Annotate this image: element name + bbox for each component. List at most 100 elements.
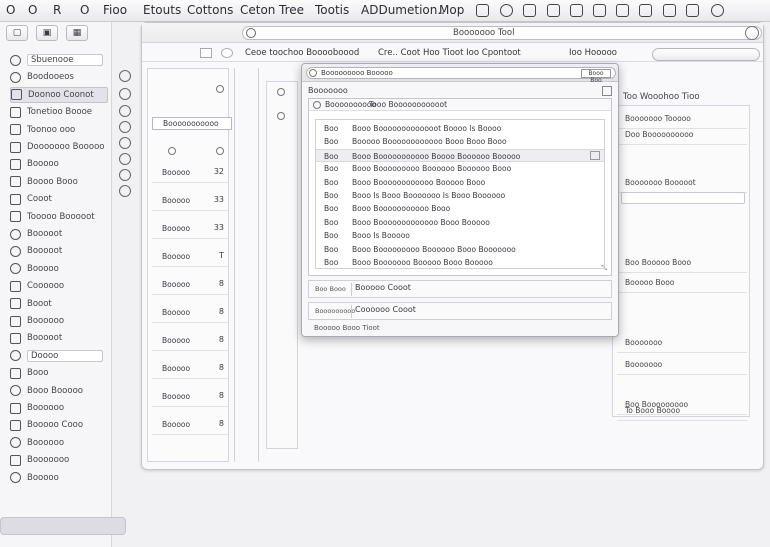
dialog-title-field[interactable]: Booooooooo Booooo Booo Boo [306,67,616,84]
list-item[interactable]: Boo Booo Booooooooo Boooooo Boooooo Booo [316,162,604,175]
circle-icon[interactable] [119,88,131,100]
camera-icon[interactable] [593,4,606,17]
dialog-title-button[interactable]: Booo Boo [581,69,611,84]
menu-item[interactable]: Cottons [187,3,233,17]
left-panel-row[interactable]: Booooo 8 [152,273,228,295]
menu-item[interactable]: O [28,3,37,17]
sidebar-item[interactable]: Doooo [10,348,108,364]
tab-mid-label[interactable]: Cre.. Coot Hoo Tioot Ioo Cpontoot [378,48,521,58]
dialog-field-value[interactable]: Coooooo Cooot [355,305,416,314]
disc-icon[interactable] [500,4,513,17]
left-panel-row[interactable]: Booooo 8 [152,329,228,351]
menu-item[interactable]: Ceton [240,3,275,17]
sidebar-item[interactable]: Booooot [10,243,108,259]
circle-icon[interactable] [119,121,131,133]
grid-icon[interactable] [547,4,560,17]
circle-icon[interactable] [119,169,131,181]
menu-item[interactable]: Fioo [103,3,127,17]
sidebar-item[interactable]: Tooooo Booooot [10,209,108,225]
menu-item[interactable]: ADDumetion.. [361,3,445,17]
sidebar-item[interactable]: Booooot [10,226,108,242]
sidebar-toolbar-button[interactable]: ▢ [6,25,28,41]
left-panel-row[interactable]: Booooo T [152,245,228,267]
list-item[interactable]: Boo Booo Is Booooo [316,229,604,242]
list-item[interactable]: Boo Booooo Boooooooooooo Booo Booo Booo [316,135,604,148]
sidebar-item[interactable]: Tonetioo Boooe [10,104,108,120]
sidebar-item[interactable]: Sbuenooe [10,52,108,68]
search-input[interactable]: Booooooo Tool [242,26,762,40]
pen-icon[interactable] [616,4,629,17]
pen-icon[interactable] [476,4,489,17]
dialog-field-value[interactable]: Booooo Cooot [355,283,411,292]
right-panel-item[interactable]: Doo Boooooooooo [625,130,693,139]
right-panel-item[interactable]: Booooo Booo [625,278,674,287]
sidebar-item[interactable]: Booo [10,365,108,381]
sidebar-item[interactable]: Booot [10,296,108,312]
sidebar-toolbar-button[interactable]: ▦ [66,25,88,41]
sidebar-item[interactable]: Cooot [10,191,108,207]
sidebar-item[interactable]: Boooooo [10,313,108,329]
list-item[interactable]: Boo Booo Booooooooooooot Boooo Is Boooo [316,122,604,135]
sidebar-item[interactable]: Booooo Cooo [10,417,108,433]
left-panel-row[interactable]: Booooo 8 [152,357,228,379]
grid-icon[interactable] [590,150,600,160]
tab-action-button[interactable] [652,48,760,61]
list-item[interactable]: Boo Booo Booooooooooooo Booo Booooo [316,216,604,229]
sidebar-item[interactable]: Boooooo [10,435,108,451]
circle-icon[interactable] [711,4,724,17]
sidebar-item[interactable]: Boodooeos [10,69,108,85]
right-panel-item[interactable]: Booooooo Booooot [625,178,696,187]
left-panel-field[interactable]: Booooooooooo [152,117,232,130]
right-panel-item[interactable]: Booooooo Tooooo [625,114,691,123]
circle-icon[interactable] [119,153,131,165]
sidebar-item[interactable]: Dooooooo Booooo [10,139,108,155]
sidebar-item[interactable]: Boooo Booo [10,174,108,190]
list-item[interactable]: Boo Booo Booooooooooo Booo [316,202,604,215]
list-item[interactable]: Boo Booo Booooooooo Boooooo Booo Booooooo [316,243,604,256]
circle-icon[interactable] [119,70,131,82]
left-panel-row[interactable]: Booooo 33 [152,189,228,211]
sidebar-item[interactable]: Booooot [10,330,108,346]
left-panel-row[interactable]: Booooo 33 [152,217,228,239]
right-panel-item[interactable]: To Booo Boooo [625,406,680,415]
tab-right-label[interactable]: Ioo Hooooo [569,48,617,58]
sidebar-toolbar-button[interactable]: ▣ [36,25,58,41]
menu-item[interactable]: R [53,3,61,17]
sidebar-footer-bar[interactable] [0,517,126,535]
sidebar-item[interactable]: Boooooo [10,400,108,416]
circle-icon[interactable] [119,137,131,149]
chart-icon[interactable] [523,4,536,17]
close-icon[interactable] [745,26,759,40]
sidebar-item[interactable]: Booo Booooo [10,383,108,399]
right-panel-item[interactable]: Booooooo [625,338,662,347]
menu-item[interactable]: Mop [439,3,464,17]
list-item[interactable]: Boo Booo Boooooooooooo Booooo Booo [316,176,604,189]
list-item[interactable]: Boo Booo Booooooo Booooo Booo Booooo [316,256,604,269]
sidebar-item[interactable]: Coooooo [10,278,108,294]
left-panel-row[interactable]: Booooo 32 [152,161,228,183]
circle-icon[interactable] [119,105,131,117]
menu-item[interactable]: Tree [279,3,304,17]
dialog-option-box[interactable] [602,86,612,96]
menu-item[interactable]: Tootis [315,3,349,17]
sidebar-item[interactable]: Booooo [10,470,108,486]
tab-left-label[interactable]: Ceoe toochoo Booooboood [245,48,359,58]
sidebar-item[interactable]: Toonoo ooo [10,122,108,138]
tag-icon[interactable] [639,4,652,17]
menu-item[interactable]: O [80,3,89,17]
sidebar-item[interactable]: Booooo [10,261,108,277]
circle-icon[interactable] [119,185,131,197]
bolt-icon[interactable] [663,4,676,17]
menu-item[interactable]: O [6,3,15,17]
sidebar-item[interactable]: Doonoo Coonot [10,86,108,103]
right-panel-item[interactable]: Booooooo [625,360,662,369]
left-panel-row[interactable]: Booooo 8 [152,413,228,435]
resize-icon[interactable]: ⤡ [601,264,607,273]
left-panel-row[interactable]: Booooo 8 [152,385,228,407]
tab-toggle[interactable] [200,48,212,58]
list-item[interactable]: Boo Booo Is Booo Booooooo Is Booo Boooooo [316,189,604,202]
sidebar-item[interactable]: Booooooo [10,452,108,468]
menu-item[interactable]: Etouts [143,3,181,17]
circle-icon[interactable] [221,48,233,58]
tag-icon[interactable] [686,4,699,17]
